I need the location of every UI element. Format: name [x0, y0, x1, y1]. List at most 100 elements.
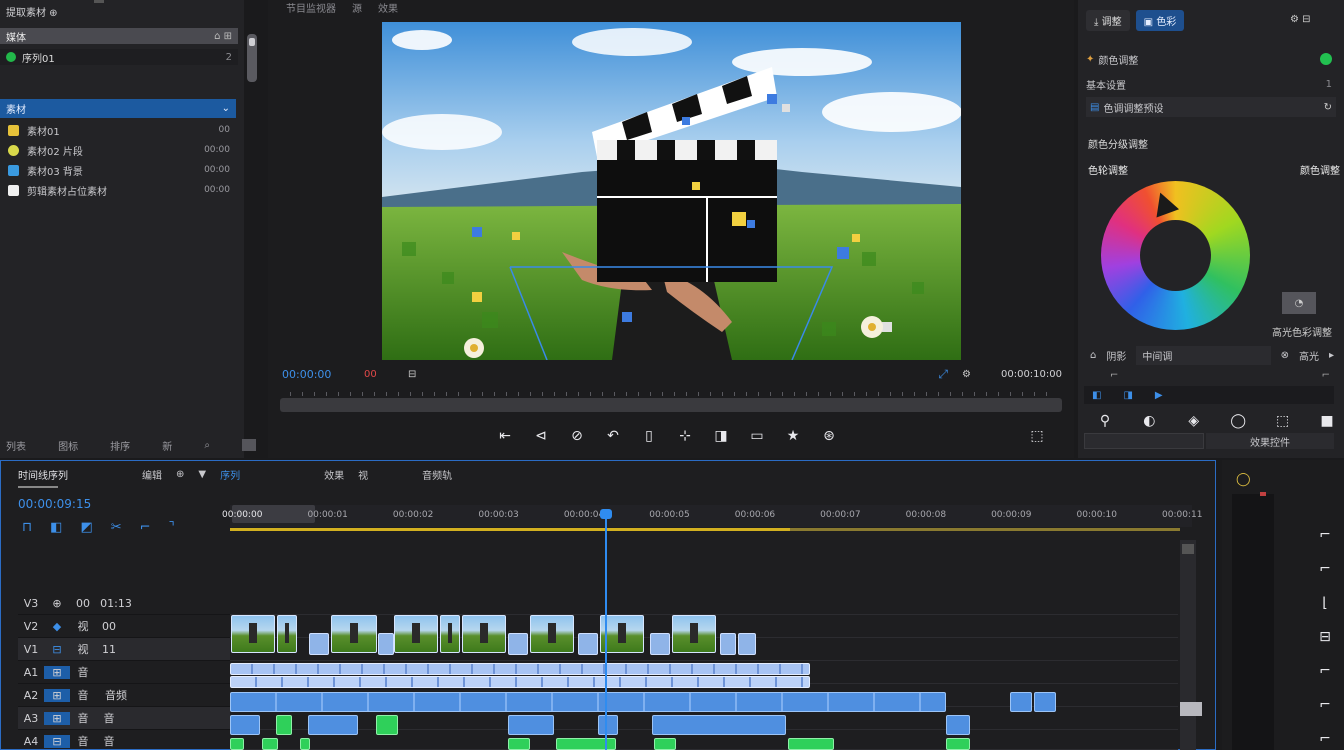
video-clip-small[interactable] — [650, 633, 670, 655]
step-back-icon[interactable]: ⊲ — [530, 425, 552, 447]
audio-clip[interactable] — [508, 715, 554, 735]
timeline-vertical-scrollbar[interactable] — [1180, 540, 1196, 750]
audio-clip[interactable] — [230, 663, 810, 675]
home-icon[interactable]: ⌂ — [1090, 350, 1096, 361]
highlight-toggle-icon[interactable]: ⊗ — [1281, 350, 1289, 361]
track-lock-icon[interactable]: 视 — [70, 618, 96, 634]
link-tool-icon[interactable]: ◧ — [50, 520, 62, 535]
video-clip[interactable] — [394, 615, 438, 653]
tab-source[interactable]: 源 — [352, 0, 362, 15]
list-item[interactable]: 剪辑素材占位素材 00:00 — [0, 180, 238, 200]
work-area-bar[interactable] — [230, 528, 790, 531]
track-header-v2[interactable]: V2 ◆ 视 00 — [18, 615, 230, 638]
video-clip-small[interactable] — [720, 633, 736, 655]
audio-track-menu[interactable]: 音频轨 — [422, 467, 452, 482]
shape-icon[interactable]: ◈ — [1183, 410, 1205, 432]
audio-clip[interactable] — [262, 738, 278, 750]
audio-clip[interactable] — [788, 738, 834, 750]
pen-tool-icon[interactable]: ⌐ — [1314, 524, 1336, 546]
color-picker-button[interactable]: ◔ — [1282, 292, 1316, 314]
tab-program[interactable]: 节目监视器 — [286, 0, 336, 15]
track-lock-icon[interactable]: 音 — [70, 733, 96, 749]
video-clip[interactable] — [277, 615, 297, 653]
audio-clip[interactable] — [276, 715, 292, 735]
list-item[interactable]: 素材03 背景 00:00 — [0, 160, 238, 180]
audio-clip[interactable] — [508, 738, 530, 750]
tab-effects[interactable]: 效果 — [378, 0, 398, 15]
timeline-scroll-thumb-lower[interactable] — [1180, 702, 1202, 716]
tab-adjust[interactable]: ⤓ 调整 — [1086, 10, 1130, 31]
audio-clip[interactable] — [652, 715, 786, 735]
audio-clip[interactable] — [230, 715, 260, 735]
new-item-button[interactable]: 新 — [162, 438, 172, 453]
audio-clip[interactable] — [300, 738, 310, 750]
edit-menu[interactable]: 编辑 — [142, 467, 162, 482]
basic-settings-row[interactable]: 基本设置 1 — [1086, 76, 1332, 92]
zoom-tool-icon[interactable]: ⌐ — [1314, 728, 1336, 750]
view-menu[interactable]: 视 — [358, 467, 368, 482]
undo-icon[interactable]: ↶ — [602, 425, 624, 447]
bin-header-icons[interactable]: ⌂ ⊞ — [214, 31, 232, 42]
list-item[interactable]: 素材02 片段 00:00 — [0, 140, 238, 160]
list-item[interactable]: 素材01 00 — [0, 120, 238, 140]
effects-menu[interactable]: 效果 — [324, 467, 344, 482]
chevron-down-icon[interactable]: ⌄ — [222, 103, 230, 114]
track-header-v1[interactable]: V1 ⊟ 视 11 — [18, 638, 230, 661]
go-to-in-icon[interactable]: ⇤ — [494, 425, 516, 447]
marker-tool-icon[interactable]: ◩ — [80, 520, 92, 535]
trash-icon[interactable] — [242, 439, 256, 451]
sequence-menu[interactable]: 序列 — [220, 467, 240, 482]
circle-icon[interactable]: ◯ — [1227, 410, 1249, 432]
tools-panel-top-icon[interactable]: ◯ — [1236, 472, 1251, 487]
midtones-slider[interactable]: 中间调 — [1136, 345, 1271, 365]
playhead-timecode[interactable]: 00:00:00 — [282, 368, 354, 381]
list-view-button[interactable]: 列表 — [6, 438, 26, 453]
track-header-a3[interactable]: A3 ⊞ 音 音 — [18, 707, 230, 730]
snap-icon[interactable]: ⊘ — [566, 425, 588, 447]
media-section-header[interactable]: 素材 ⌄ — [0, 99, 236, 118]
audio-clip[interactable] — [654, 738, 676, 750]
audio-clip[interactable] — [230, 692, 946, 712]
track-header-a1[interactable]: A1 ⊞ 音 — [18, 661, 230, 684]
track-header-a2[interactable]: A2 ⊞ 音 音频 — [18, 684, 230, 707]
timeline-ruler[interactable] — [230, 505, 1192, 527]
hand-tool-icon[interactable]: ⌐ — [1314, 660, 1336, 682]
audio-clip[interactable] — [230, 738, 244, 750]
video-clip-small[interactable] — [508, 633, 528, 655]
extract-icon[interactable]: ◨ — [710, 425, 732, 447]
frame-icon[interactable]: ⬚ — [1272, 410, 1294, 432]
sort-button[interactable]: 排序 — [110, 438, 130, 453]
track-toggle-icon[interactable]: ⊞ — [44, 688, 70, 702]
slip-tool-icon[interactable]: ⌊ — [1314, 592, 1336, 614]
effects-icon[interactable]: ⊛ — [818, 425, 840, 447]
audio-clip[interactable] — [946, 738, 970, 750]
audio-clip[interactable] — [376, 715, 398, 735]
tab-icon-c[interactable]: ▶ — [1155, 390, 1163, 401]
track-toggle-icon[interactable]: ◆ — [44, 620, 70, 633]
in-point-label[interactable]: 00 — [364, 369, 388, 380]
audio-clip[interactable] — [308, 715, 358, 735]
tab-icon-b[interactable]: ◨ — [1123, 390, 1132, 401]
track-header-a4[interactable]: A4 ⊟ 音 音 — [18, 730, 230, 750]
wrench-tool-icon[interactable]: ⌝ — [169, 520, 175, 535]
track-lock-icon[interactable]: 00 — [70, 597, 96, 610]
timeline-scroll-thumb[interactable] — [1182, 544, 1194, 554]
marker-icon[interactable]: ▼ — [198, 469, 206, 480]
reset-icon[interactable]: ↻ — [1324, 102, 1332, 113]
panel-menu-icons[interactable]: ⚙ ⊟ — [1290, 14, 1311, 25]
search-effect-icon[interactable]: ⚲ — [1094, 410, 1116, 432]
add-icon[interactable]: ⊕ — [176, 469, 184, 480]
effect-controls-button[interactable]: 效果控件 — [1206, 433, 1334, 449]
export-frame-icon[interactable]: ⬚ — [1026, 425, 1048, 447]
project-panel-close-icon[interactable] — [94, 0, 104, 3]
video-clip-small[interactable] — [738, 633, 756, 655]
settings-icon[interactable]: ⚙ — [962, 369, 971, 380]
video-clip[interactable] — [231, 615, 275, 653]
audio-clip[interactable] — [598, 715, 618, 735]
project-scrollbar-thumb[interactable] — [249, 38, 255, 46]
track-toggle-icon[interactable]: ⊞ — [44, 665, 70, 679]
audio-clip[interactable] — [556, 738, 616, 750]
video-clip-small[interactable] — [578, 633, 598, 655]
lift-icon[interactable]: ⊹ — [674, 425, 696, 447]
fullscreen-icon[interactable]: ⤢ — [938, 367, 948, 382]
